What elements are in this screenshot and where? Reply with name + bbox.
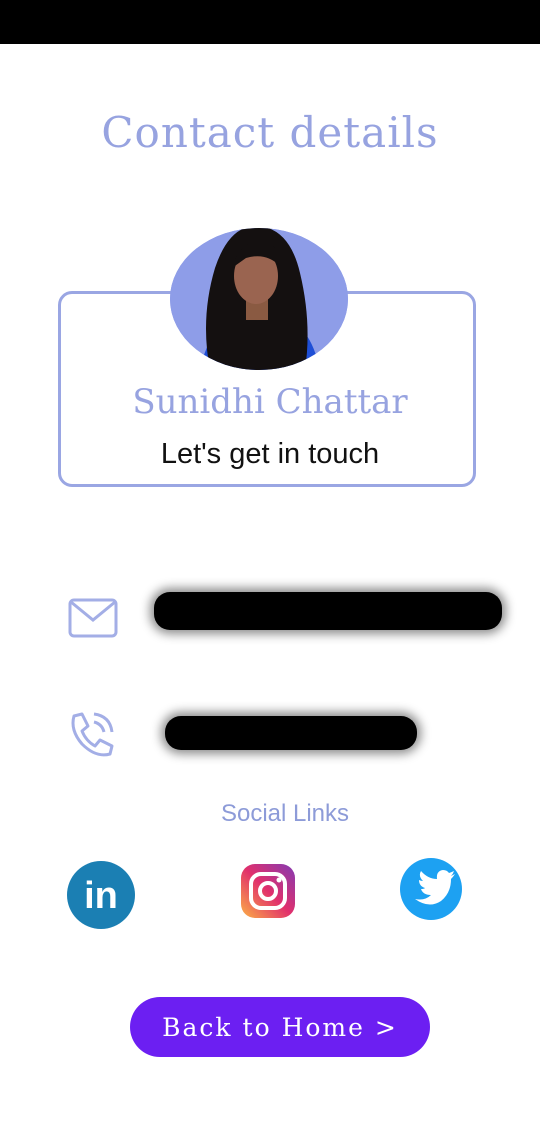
phone-value-redacted <box>165 716 417 750</box>
status-bar <box>0 0 540 44</box>
social-links-title: Social Links <box>220 800 350 827</box>
linkedin-icon[interactable]: in <box>66 860 136 935</box>
mail-icon[interactable] <box>68 598 118 643</box>
twitter-icon[interactable] <box>399 857 463 926</box>
svg-text:in: in <box>84 875 118 917</box>
back-to-home-button[interactable]: Back to Home > <box>130 997 430 1057</box>
phone-call-icon[interactable] <box>66 710 116 765</box>
page-title: Contact details <box>101 108 439 157</box>
avatar <box>170 228 348 370</box>
person-name: Sunidhi Chattar <box>132 382 408 422</box>
email-value-redacted <box>154 592 502 630</box>
instagram-icon[interactable] <box>240 863 296 924</box>
tagline: Let's get in touch <box>160 438 380 470</box>
